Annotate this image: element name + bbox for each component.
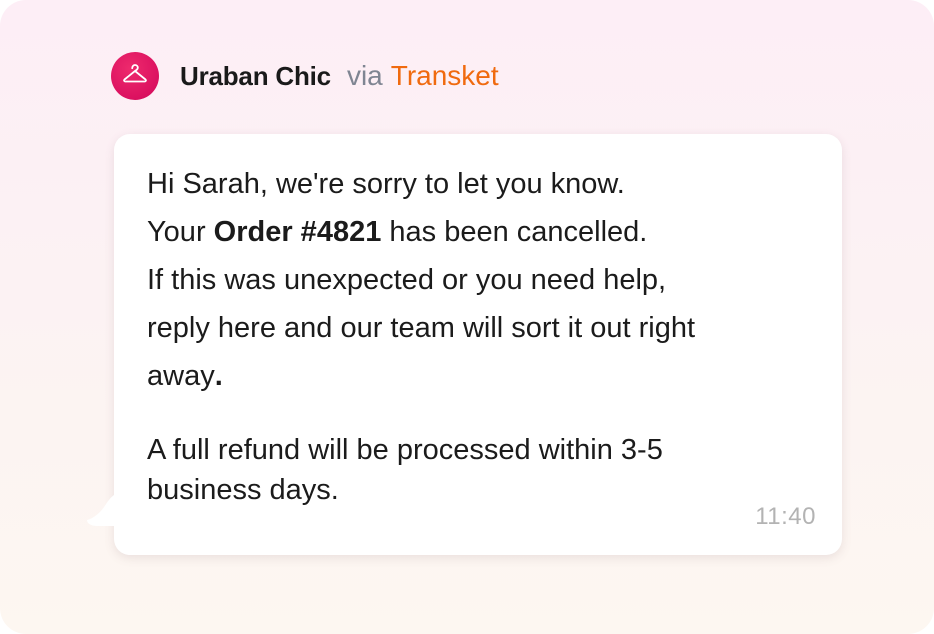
message-line: away.: [147, 352, 827, 400]
message-timestamp: 11:40: [755, 503, 816, 530]
message-bubble: Hi Sarah, we're sorry to let you know. Y…: [87, 134, 842, 555]
bubble-tail: [87, 490, 126, 526]
sender-name: Uraban Chic: [180, 60, 331, 91]
hanger-icon: [122, 63, 148, 90]
message-text: away: [147, 360, 215, 392]
message-line: If this was unexpected or you need help,: [147, 264, 667, 296]
message-text: has been cancelled.: [381, 216, 648, 248]
message-text: .: [214, 360, 223, 392]
via-label: via: [346, 60, 383, 91]
message-refund-paragraph: A full refund will be processed within 3…: [147, 430, 827, 510]
message-line: Your Order #4821 has been cancelled.: [147, 208, 827, 256]
order-number: Order #4821: [213, 216, 382, 248]
message-header: Uraban Chic via Transket: [111, 52, 499, 100]
message-text: Your: [147, 216, 214, 248]
message-line: business days.: [147, 474, 339, 506]
via-brand: Transket: [390, 60, 499, 91]
message-line: Hi Sarah, we're sorry to let you know.: [147, 168, 625, 200]
avatar: [111, 52, 159, 100]
message-line: reply here and our team will sort it out…: [147, 312, 696, 344]
message-line: A full refund will be processed within 3…: [147, 434, 663, 466]
notification-card: Uraban Chic via Transket Hi Sarah, we're…: [0, 0, 934, 634]
message-body: Hi Sarah, we're sorry to let you know. Y…: [147, 160, 827, 400]
